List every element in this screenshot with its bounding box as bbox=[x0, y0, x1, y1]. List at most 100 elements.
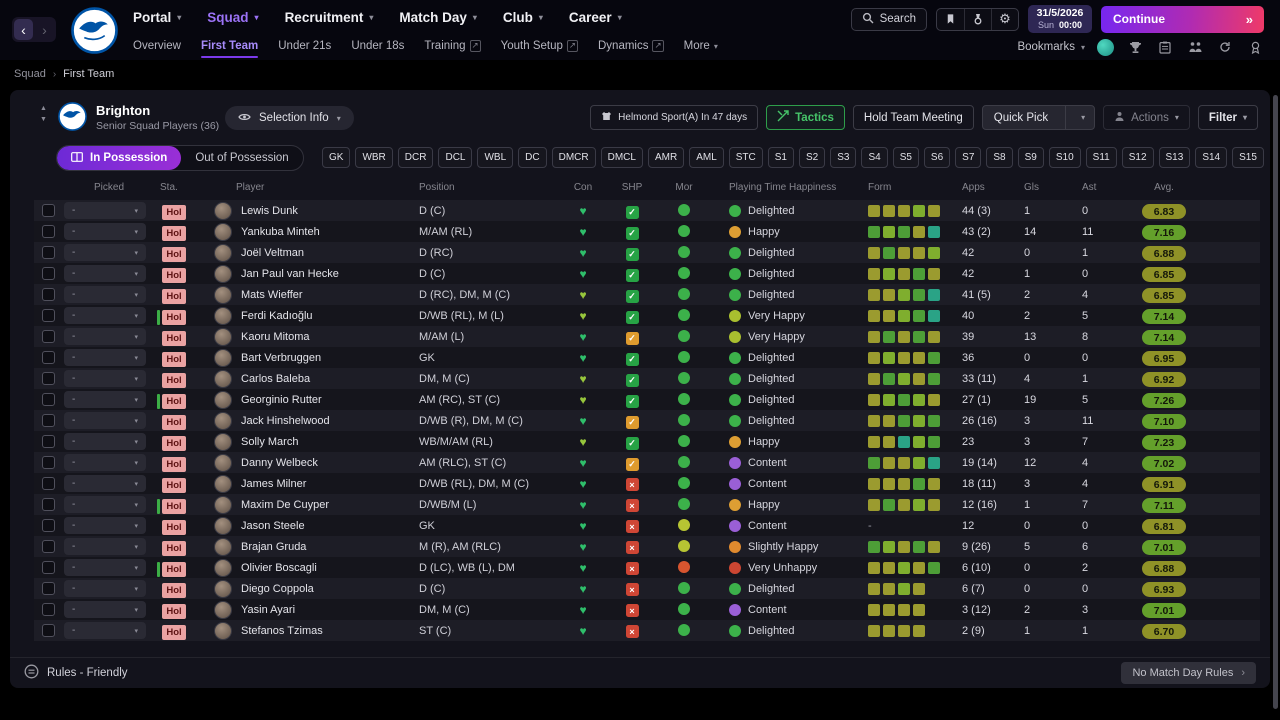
quick-pick-dropdown[interactable]: ▾ bbox=[1072, 106, 1094, 129]
table-row[interactable]: -▾ Hol Kaoru Mitoma M/AM (L) ♥ ✓ Very Ha… bbox=[34, 326, 1260, 347]
table-row[interactable]: -▾ Hol Yankuba Minteh M/AM (RL) ♥ ✓ Happ… bbox=[34, 221, 1260, 242]
picked-dropdown[interactable]: -▾ bbox=[64, 580, 146, 597]
table-row[interactable]: -▾ Hol Yasin Ayari DM, M (C) ♥ × Content… bbox=[34, 599, 1260, 620]
table-row[interactable]: -▾ Hol Diego Coppola D (C) ♥ × Delighted… bbox=[34, 578, 1260, 599]
hold-team-meeting-button[interactable]: Hold Team Meeting bbox=[853, 105, 974, 130]
table-row[interactable]: -▾ Hol James Milner D/WB (RL), DM, M (C)… bbox=[34, 473, 1260, 494]
row-checkbox[interactable] bbox=[42, 351, 55, 364]
player-name[interactable]: Danny Welbeck bbox=[241, 457, 318, 469]
position-filter-dc[interactable]: DC bbox=[518, 147, 546, 168]
col-form[interactable]: Form bbox=[862, 182, 956, 193]
search-button[interactable]: Search bbox=[851, 8, 927, 31]
trophy-icon[interactable] bbox=[1126, 38, 1144, 56]
menu-match-day[interactable]: Match Day▾ bbox=[399, 10, 477, 25]
quick-pick-main[interactable]: Quick Pick bbox=[983, 106, 1059, 129]
position-filter-s12[interactable]: S12 bbox=[1122, 147, 1154, 168]
position-filter-s4[interactable]: S4 bbox=[861, 147, 887, 168]
player-name[interactable]: Joël Veltman bbox=[241, 247, 304, 259]
subnav-dynamics[interactable]: Dynamics↗ bbox=[598, 40, 664, 58]
position-filter-gk[interactable]: GK bbox=[322, 147, 350, 168]
position-filter-wbl[interactable]: WBL bbox=[477, 147, 513, 168]
position-filter-s10[interactable]: S10 bbox=[1049, 147, 1081, 168]
table-row[interactable]: -▾ Hol Mats Wieffer D (RC), DM, M (C) ♥ … bbox=[34, 284, 1260, 305]
row-checkbox[interactable] bbox=[42, 624, 55, 637]
player-name[interactable]: Jack Hinshelwood bbox=[241, 415, 330, 427]
row-checkbox[interactable] bbox=[42, 435, 55, 448]
row-checkbox[interactable] bbox=[42, 456, 55, 469]
selection-info-dropdown[interactable]: Selection Info ▾ bbox=[225, 106, 354, 130]
scrollbar[interactable] bbox=[1273, 95, 1278, 709]
col-apps[interactable]: Apps bbox=[956, 182, 1018, 193]
row-checkbox[interactable] bbox=[42, 498, 55, 511]
col-condition[interactable]: Con bbox=[559, 182, 607, 193]
position-filter-s2[interactable]: S2 bbox=[799, 147, 825, 168]
in-possession-tab[interactable]: In Possession bbox=[57, 146, 181, 170]
player-name[interactable]: Solly March bbox=[241, 436, 298, 448]
tactics-button[interactable]: Tactics bbox=[766, 105, 845, 130]
picked-dropdown[interactable]: -▾ bbox=[64, 265, 146, 282]
row-checkbox[interactable] bbox=[42, 309, 55, 322]
match-day-rules-button[interactable]: No Match Day Rules › bbox=[1121, 662, 1256, 684]
position-filter-s7[interactable]: S7 bbox=[955, 147, 981, 168]
position-filter-s8[interactable]: S8 bbox=[986, 147, 1012, 168]
row-checkbox[interactable] bbox=[42, 519, 55, 532]
table-row[interactable]: -▾ Hol Ferdi Kadıoğlu D/WB (RL), M (L) ♥… bbox=[34, 305, 1260, 326]
position-filter-s3[interactable]: S3 bbox=[830, 147, 856, 168]
picked-dropdown[interactable]: -▾ bbox=[64, 391, 146, 408]
row-checkbox[interactable] bbox=[42, 330, 55, 343]
menu-club[interactable]: Club▾ bbox=[503, 10, 543, 25]
bookmark-flag-icon[interactable] bbox=[937, 9, 964, 30]
medal-icon[interactable] bbox=[964, 9, 991, 30]
row-checkbox[interactable] bbox=[42, 225, 55, 238]
table-row[interactable]: -▾ Hol Jack Hinshelwood D/WB (R), DM, M … bbox=[34, 410, 1260, 431]
breadcrumb-squad[interactable]: Squad bbox=[14, 68, 46, 80]
table-row[interactable]: -▾ Hol Maxim De Cuyper D/WB/M (L) ♥ × Ha… bbox=[34, 494, 1260, 515]
player-name[interactable]: Georginio Rutter bbox=[241, 394, 322, 406]
position-filter-dmcl[interactable]: DMCL bbox=[601, 147, 643, 168]
position-filter-s9[interactable]: S9 bbox=[1018, 147, 1044, 168]
subnav-under-21s[interactable]: Under 21s bbox=[278, 40, 331, 58]
menu-portal[interactable]: Portal▾ bbox=[133, 10, 181, 25]
picked-dropdown[interactable]: -▾ bbox=[64, 517, 146, 534]
row-checkbox[interactable] bbox=[42, 603, 55, 616]
col-average[interactable]: Avg. bbox=[1142, 182, 1186, 193]
position-filter-s1[interactable]: S1 bbox=[768, 147, 794, 168]
player-name[interactable]: James Milner bbox=[241, 478, 306, 490]
menu-recruitment[interactable]: Recruitment▾ bbox=[285, 10, 374, 25]
picked-dropdown[interactable]: -▾ bbox=[64, 412, 146, 429]
picked-dropdown[interactable]: -▾ bbox=[64, 202, 146, 219]
row-checkbox[interactable] bbox=[42, 561, 55, 574]
player-name[interactable]: Carlos Baleba bbox=[241, 373, 310, 385]
col-goals[interactable]: Gls bbox=[1018, 182, 1076, 193]
player-name[interactable]: Bart Verbruggen bbox=[241, 352, 321, 364]
back-button[interactable]: ‹ bbox=[14, 19, 33, 40]
player-name[interactable]: Kaoru Mitoma bbox=[241, 331, 309, 343]
club-crest[interactable] bbox=[71, 7, 118, 54]
table-row[interactable]: -▾ Hol Georginio Rutter AM (RC), ST (C) … bbox=[34, 389, 1260, 410]
picked-dropdown[interactable]: -▾ bbox=[64, 454, 146, 471]
row-checkbox[interactable] bbox=[42, 582, 55, 595]
player-name[interactable]: Maxim De Cuyper bbox=[241, 499, 329, 511]
position-filter-s15[interactable]: S15 bbox=[1232, 147, 1264, 168]
row-checkbox[interactable] bbox=[42, 477, 55, 490]
col-assists[interactable]: Ast bbox=[1076, 182, 1136, 193]
picked-dropdown[interactable]: -▾ bbox=[64, 307, 146, 324]
position-filter-s14[interactable]: S14 bbox=[1195, 147, 1227, 168]
position-filter-s5[interactable]: S5 bbox=[893, 147, 919, 168]
subnav-overview[interactable]: Overview bbox=[133, 40, 181, 58]
col-player[interactable]: Player bbox=[210, 182, 419, 193]
continue-button[interactable]: Continue » bbox=[1101, 6, 1264, 33]
menu-career[interactable]: Career▾ bbox=[569, 10, 622, 25]
position-filter-dcl[interactable]: DCL bbox=[438, 147, 472, 168]
profile-avatar[interactable] bbox=[1097, 39, 1114, 56]
position-filter-wbr[interactable]: WBR bbox=[355, 147, 392, 168]
position-filter-stc[interactable]: STC bbox=[729, 147, 763, 168]
col-position[interactable]: Position bbox=[419, 182, 559, 193]
sync-icon[interactable] bbox=[1216, 38, 1234, 56]
player-name[interactable]: Brajan Gruda bbox=[241, 541, 306, 553]
org-people-icon[interactable] bbox=[1186, 38, 1204, 56]
position-filter-amr[interactable]: AMR bbox=[648, 147, 684, 168]
row-checkbox[interactable] bbox=[42, 288, 55, 301]
position-filter-s6[interactable]: S6 bbox=[924, 147, 950, 168]
picked-dropdown[interactable]: -▾ bbox=[64, 349, 146, 366]
